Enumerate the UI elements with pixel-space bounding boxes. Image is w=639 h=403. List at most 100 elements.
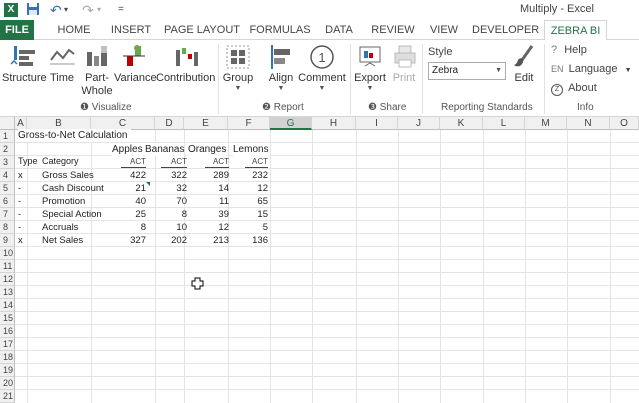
value-cell[interactable]: 32: [150, 182, 187, 195]
tab-formulas[interactable]: FORMULAS: [248, 20, 312, 40]
value-cell[interactable]: 10: [150, 221, 187, 234]
row-header[interactable]: 21: [0, 390, 15, 403]
value-cell[interactable]: 136: [232, 234, 268, 247]
tab-file[interactable]: FILE: [0, 20, 34, 40]
row-header[interactable]: 1: [0, 130, 15, 143]
value-cell[interactable]: 422: [110, 169, 146, 182]
about-button[interactable]: Z About: [551, 82, 597, 96]
column-header[interactable]: M: [525, 117, 567, 130]
value-cell[interactable]: 12: [193, 221, 229, 234]
row-header[interactable]: 2: [0, 143, 15, 156]
row-header[interactable]: 3: [0, 156, 15, 169]
category-cell[interactable]: Net Sales: [42, 234, 83, 247]
value-cell[interactable]: 8: [110, 221, 146, 234]
value-cell[interactable]: 40: [110, 195, 146, 208]
value-cell[interactable]: 15: [232, 208, 268, 221]
structure-button[interactable]: Structure: [2, 42, 47, 85]
tab-data[interactable]: DATA: [318, 20, 360, 40]
category-cell[interactable]: Accruals: [42, 221, 78, 234]
tab-zebra-bi[interactable]: ZEBRA BI: [544, 20, 607, 41]
act-header[interactable]: ACT: [245, 155, 268, 168]
language-button[interactable]: EN Language ▼: [551, 63, 632, 75]
customize-qat-icon[interactable]: =: [118, 2, 124, 18]
value-cell[interactable]: 65: [232, 195, 268, 208]
category-cell[interactable]: Promotion: [42, 195, 85, 208]
row-header[interactable]: 10: [0, 247, 15, 260]
value-cell[interactable]: 327: [110, 234, 146, 247]
row-header[interactable]: 16: [0, 325, 15, 338]
undo-dropdown-icon[interactable]: ▾: [64, 2, 68, 18]
value-cell[interactable]: 202: [150, 234, 187, 247]
row-header[interactable]: 9: [0, 234, 15, 247]
value-cell[interactable]: 12: [232, 182, 268, 195]
type-cell[interactable]: x: [18, 169, 23, 182]
contribution-button[interactable]: Contribution: [156, 42, 215, 85]
column-header[interactable]: E: [184, 117, 228, 130]
select-all-corner[interactable]: [0, 117, 15, 130]
comment-button[interactable]: 1 Comment ▼: [298, 42, 346, 93]
type-cell[interactable]: -: [18, 195, 21, 208]
category-header[interactable]: Category: [42, 155, 79, 168]
act-header[interactable]: ACT: [161, 155, 187, 168]
row-header[interactable]: 12: [0, 273, 15, 286]
tab-page-layout[interactable]: PAGE LAYOUT: [162, 20, 242, 40]
act-header[interactable]: ACT: [205, 155, 229, 168]
style-dropdown[interactable]: Zebra ▼: [428, 62, 506, 80]
row-header[interactable]: 7: [0, 208, 15, 221]
column-header-selected[interactable]: G: [270, 117, 312, 130]
tab-review[interactable]: REVIEW: [368, 20, 418, 40]
value-cell[interactable]: 5: [232, 221, 268, 234]
column-header[interactable]: O: [610, 117, 639, 130]
row-header[interactable]: 11: [0, 260, 15, 273]
variance-button[interactable]: Variance: [114, 42, 157, 85]
group-button[interactable]: Group ▼: [222, 42, 254, 93]
part-whole-button[interactable]: Part- Whole: [80, 42, 114, 98]
column-header[interactable]: J: [398, 117, 440, 130]
row-header[interactable]: 8: [0, 221, 15, 234]
column-header[interactable]: K: [440, 117, 483, 130]
value-cell[interactable]: 8: [150, 208, 187, 221]
act-header[interactable]: ACT: [121, 155, 146, 168]
value-cell[interactable]: 213: [193, 234, 229, 247]
value-cell[interactable]: 11: [193, 195, 229, 208]
value-cell[interactable]: 21: [110, 182, 146, 195]
export-button[interactable]: Export ▼: [354, 42, 386, 93]
redo-dropdown-icon[interactable]: ▾: [97, 2, 101, 18]
type-header[interactable]: Type: [18, 155, 38, 168]
tab-insert[interactable]: INSERT: [105, 20, 157, 40]
value-cell[interactable]: 289: [193, 169, 229, 182]
row-header[interactable]: 6: [0, 195, 15, 208]
tab-developer[interactable]: DEVELOPER: [472, 20, 539, 40]
value-cell[interactable]: 14: [193, 182, 229, 195]
help-button[interactable]: ? Help: [551, 44, 587, 56]
row-header[interactable]: 13: [0, 286, 15, 299]
row-header[interactable]: 19: [0, 364, 15, 377]
category-cell[interactable]: Special Action: [42, 208, 102, 221]
print-button[interactable]: Print: [390, 42, 418, 85]
row-header[interactable]: 18: [0, 351, 15, 364]
column-header[interactable]: F: [228, 117, 270, 130]
save-icon[interactable]: [26, 2, 40, 18]
tab-view[interactable]: VIEW: [424, 20, 464, 40]
value-cell[interactable]: 39: [193, 208, 229, 221]
column-header[interactable]: D: [155, 117, 184, 130]
type-cell[interactable]: x: [18, 234, 23, 247]
row-header[interactable]: 5: [0, 182, 15, 195]
column-header[interactable]: N: [567, 117, 610, 130]
row-header[interactable]: 14: [0, 299, 15, 312]
tab-home[interactable]: HOME: [52, 20, 96, 40]
align-button[interactable]: Align ▼: [266, 42, 296, 93]
type-cell[interactable]: -: [18, 182, 21, 195]
undo-icon[interactable]: ↶: [50, 2, 62, 18]
type-cell[interactable]: -: [18, 221, 21, 234]
type-cell[interactable]: -: [18, 208, 21, 221]
time-button[interactable]: Time: [47, 42, 77, 85]
column-header[interactable]: H: [312, 117, 356, 130]
column-header[interactable]: I: [356, 117, 398, 130]
spreadsheet-grid[interactable]: A B C D E F G H I J K L M N O 1 2 3 4 5 …: [0, 117, 639, 403]
column-header[interactable]: L: [483, 117, 525, 130]
value-cell[interactable]: 322: [150, 169, 187, 182]
row-header[interactable]: 17: [0, 338, 15, 351]
row-header[interactable]: 20: [0, 377, 15, 390]
row-header[interactable]: 4: [0, 169, 15, 182]
